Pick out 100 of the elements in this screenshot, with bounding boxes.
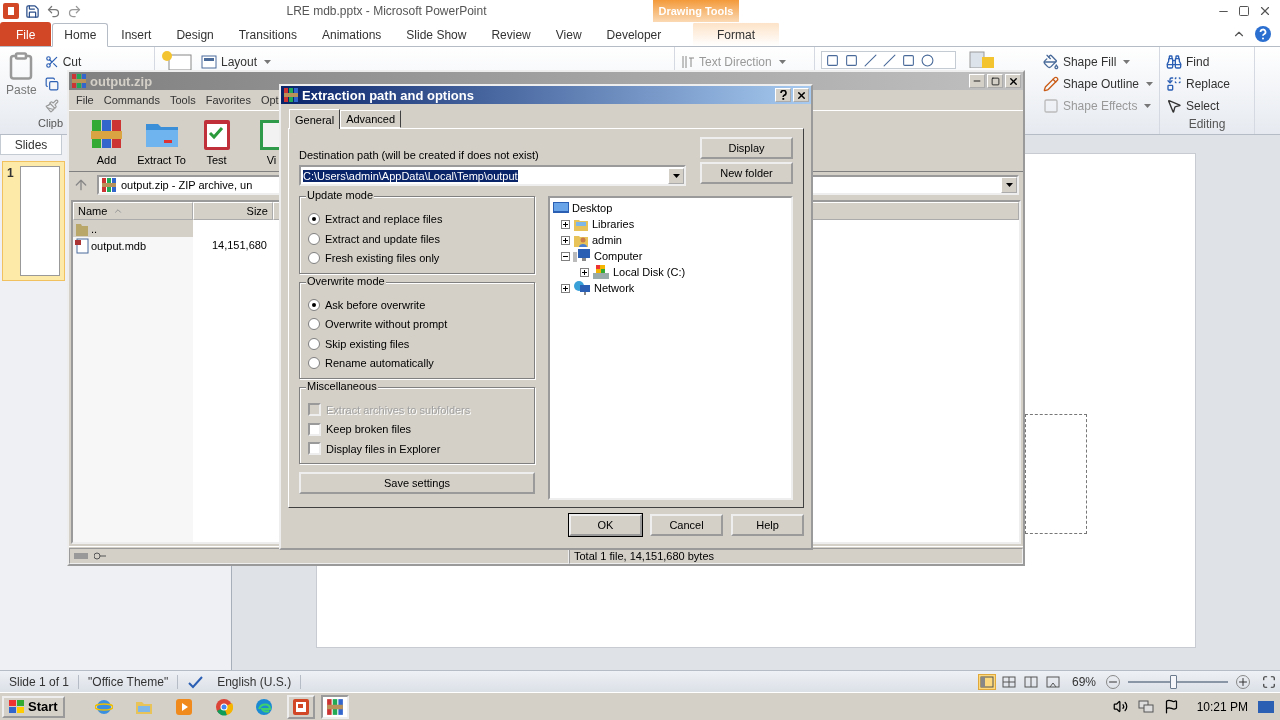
dialog-button[interactable]: New folder (700, 162, 793, 184)
ribbon-tab[interactable]: Format (693, 22, 779, 46)
editing-command[interactable]: Select (1166, 95, 1231, 117)
radio-button[interactable] (308, 232, 320, 245)
redo-icon[interactable] (67, 3, 82, 19)
tree-item[interactable]: admin (592, 234, 622, 246)
ribbon-tab[interactable]: Insert (109, 22, 164, 46)
radio-button[interactable] (308, 298, 320, 311)
dropdown-button[interactable] (668, 167, 684, 184)
language-indicator[interactable]: English (U.S.) (217, 674, 292, 689)
ribbon-tab[interactable]: View (543, 22, 594, 46)
editing-command[interactable]: Find (1166, 51, 1231, 73)
layout-icon[interactable] (201, 55, 217, 69)
show-desktop-icon[interactable] (1258, 699, 1274, 714)
flag-icon[interactable] (1163, 699, 1179, 714)
dialog-button[interactable]: Help (731, 514, 804, 536)
shape-command[interactable]: Shape Fill (1042, 51, 1153, 73)
view-button[interactable] (999, 673, 1018, 690)
view-button[interactable] (977, 673, 996, 690)
chrome-icon[interactable] (214, 697, 233, 716)
line-icon[interactable] (883, 53, 896, 67)
ribbon-tab[interactable]: Animations (310, 22, 394, 46)
checkbox[interactable] (308, 442, 321, 456)
ribbon-tab[interactable]: Slide Show (394, 22, 479, 46)
text-box-icon[interactable] (845, 53, 858, 67)
save-settings-button[interactable]: Save settings (299, 472, 535, 494)
start-button[interactable]: Start (2, 695, 65, 718)
checkbox[interactable] (308, 422, 321, 436)
ribbon-tab[interactable]: Design (164, 22, 226, 46)
column-header[interactable]: Size (193, 202, 273, 220)
radio-button[interactable] (308, 357, 320, 370)
clock[interactable]: 10:21 PM (1196, 699, 1248, 714)
proofing-icon[interactable] (187, 674, 204, 689)
menu-item[interactable]: Commands (98, 94, 165, 106)
media-player-icon[interactable] (174, 697, 193, 716)
editing-command[interactable]: Replace (1166, 73, 1231, 95)
dialog-button[interactable]: Cancel (650, 514, 723, 536)
toolbar-button[interactable]: Extract To (134, 116, 189, 166)
paste-button[interactable]: Paste (6, 83, 37, 97)
ribbon-tab[interactable]: Developer (594, 22, 674, 46)
radio-button[interactable] (308, 318, 320, 331)
view-button[interactable] (1043, 673, 1062, 690)
undo-icon[interactable] (46, 3, 61, 19)
oval-icon[interactable] (921, 53, 934, 67)
menu-item[interactable]: Tools (165, 94, 201, 106)
shape-gallery[interactable] (821, 51, 956, 69)
radio-button[interactable] (308, 252, 320, 265)
view-button[interactable] (1021, 673, 1040, 690)
folder-tree[interactable]: Desktop Libraries admin Computer Local Disk (C:) Network (548, 196, 793, 500)
fit-to-window-icon[interactable] (1262, 674, 1276, 689)
dialog-tab[interactable]: General (289, 109, 341, 129)
dialog-button[interactable]: Display (700, 137, 793, 159)
menu-item[interactable]: File (71, 94, 99, 106)
help-icon[interactable] (1254, 25, 1272, 43)
minimize-button[interactable] (969, 74, 985, 88)
network-icon[interactable] (1137, 699, 1154, 714)
ribbon-tab[interactable]: Transitions (226, 22, 309, 46)
toolbar-button[interactable]: Add (79, 116, 134, 166)
collapse-toggle[interactable] (561, 251, 570, 261)
destination-field[interactable]: C:\Users\admin\AppData\Local\Temp\output (299, 165, 686, 186)
save-icon[interactable] (25, 3, 40, 19)
taskbar-button[interactable] (286, 694, 315, 719)
zoom-level[interactable]: 69% (1071, 674, 1096, 689)
file-name[interactable]: output.mdb (73, 237, 193, 254)
expand-toggle[interactable] (580, 267, 589, 277)
cut-button[interactable]: Cut (62, 55, 82, 69)
expand-toggle[interactable] (561, 283, 570, 293)
dropdown-button[interactable] (1001, 177, 1017, 193)
slide-thumbnail[interactable]: 1 (2, 161, 65, 281)
toolbar-button[interactable]: Test (189, 116, 244, 166)
dialog-tab[interactable]: Advanced (340, 110, 402, 128)
dialog-button[interactable]: OK (569, 514, 642, 536)
column-header[interactable]: Name (73, 202, 193, 220)
close-button[interactable] (793, 88, 809, 102)
expand-toggle[interactable] (561, 219, 570, 229)
powerpoint-logo-icon[interactable] (3, 3, 19, 19)
ribbon-tab[interactable]: Home (52, 23, 109, 47)
expand-toggle[interactable] (561, 235, 570, 245)
ribbon-tab[interactable]: File (0, 22, 52, 46)
tree-item[interactable]: Libraries (592, 218, 635, 230)
tree-item[interactable]: Desktop (572, 202, 613, 214)
tree-item[interactable]: Local Disk (C:) (613, 266, 686, 278)
maximize-button[interactable] (987, 74, 1003, 88)
close-button[interactable] (1005, 74, 1021, 88)
volume-icon[interactable] (1112, 699, 1128, 714)
line-icon[interactable] (864, 53, 877, 67)
restore-icon[interactable] (1238, 5, 1250, 17)
rectangle-icon[interactable] (902, 53, 915, 67)
ribbon-tab[interactable]: Review (479, 22, 543, 46)
radio-button[interactable] (308, 213, 320, 226)
text-box-icon[interactable] (826, 53, 839, 67)
file-name[interactable]: .. (73, 220, 193, 237)
shape-command[interactable]: Shape Outline (1042, 73, 1153, 95)
menu-item[interactable]: Favorites (200, 94, 256, 106)
format-painter-icon[interactable] (44, 99, 59, 113)
tree-item[interactable]: Network (594, 282, 635, 294)
radio-button[interactable] (308, 337, 320, 350)
slides-tab[interactable]: Slides (0, 135, 62, 155)
close-icon[interactable] (1258, 4, 1272, 18)
taskbar-button[interactable] (320, 694, 349, 719)
